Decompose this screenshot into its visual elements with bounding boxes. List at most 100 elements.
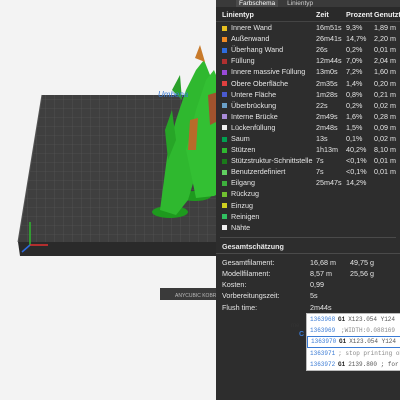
legend-header: Linientyp Zeit Prozent Genutzte: [216, 7, 400, 22]
row-label: Rückzug: [216, 189, 316, 198]
gcode-line-number: 1363971: [310, 350, 336, 358]
row-time: 26m41s: [316, 34, 342, 44]
row-name: Interne Brücke: [231, 111, 278, 121]
row-percent: 0,2%: [346, 45, 363, 55]
gcode-args: ;WIDTH:0.088169: [341, 326, 396, 334]
row-length: 2,04 m: [374, 56, 396, 66]
color-swatch: [222, 47, 227, 53]
gcode-line[interactable]: 1363970 G1 X123.054 Y124: [307, 335, 400, 349]
summary-row: Kosten: 0,99: [216, 279, 400, 290]
row-label: Obere Oberfläche: [216, 79, 316, 88]
row-length: 0,09 m: [374, 122, 396, 132]
summary-value: 0,99: [310, 280, 324, 290]
row-label: Außenwand: [216, 34, 316, 43]
divider: [220, 233, 396, 238]
color-swatch: [222, 70, 227, 76]
legend-row[interactable]: Saum 13s 0,1% 0,02 m: [216, 133, 400, 144]
bed-label: Umbena: [158, 90, 189, 99]
legend-row[interactable]: Interne Brücke 2m49s 1,6% 0,28 m: [216, 111, 400, 122]
summary-label: Modellfilament:: [222, 269, 271, 279]
row-label: Benutzerdefiniert: [216, 167, 316, 176]
legend-row[interactable]: Stützen 1h13m 40,2% 8,10 m: [216, 144, 400, 155]
row-name: Obere Oberfläche: [231, 78, 289, 88]
gcode-args: 2139.800 ; for: [348, 361, 399, 369]
row-name: Innere Wand: [231, 23, 272, 33]
row-name: Rückzug: [231, 189, 259, 199]
legend-row[interactable]: Obere Oberfläche 2m35s 1,4% 0,20 m: [216, 77, 400, 88]
color-swatch: [222, 147, 227, 153]
row-time: 2m48s: [316, 122, 338, 132]
legend-row[interactable]: Benutzerdefiniert 7s <0,1% 0,01 m: [216, 166, 400, 177]
gcode-command: G1: [338, 315, 346, 323]
legend-row[interactable]: Außenwand 26m41s 14,7% 2,20 m: [216, 33, 400, 44]
legend-tabs: Farbschema Linientyp: [216, 0, 400, 7]
legend-row[interactable]: Reinigen: [216, 211, 400, 222]
row-label: Füllung: [216, 56, 316, 65]
gcode-line-number: 1363972: [310, 361, 336, 369]
row-time: 16m51s: [316, 23, 342, 33]
gcode-viewer[interactable]: 1363968 G1 X123.054 Y124 1363969 ;WIDTH:0.08…: [306, 313, 400, 371]
legend-row[interactable]: Stützstruktur-Schnittstelle 7s <0,1% 0,01 m: [216, 155, 400, 166]
row-label: Innere Wand: [216, 23, 316, 32]
color-swatch: [222, 114, 227, 120]
row-name: Untere Fläche: [231, 89, 277, 99]
row-time: 7s: [316, 156, 324, 166]
summary-label: Gesamtfilament:: [222, 257, 275, 267]
row-percent: 14,7%: [346, 34, 367, 44]
legend-rows: Innere Wand 16m51s 9,3% 1,89 m Außenwand 26m4…: [216, 22, 400, 233]
legend-row[interactable]: Einzug: [216, 200, 400, 211]
gcode-line[interactable]: 1363972 G1 2139.800 ; for: [307, 359, 400, 370]
tab-linientyp[interactable]: Linientyp: [284, 0, 316, 7]
legend-row[interactable]: Untere Fläche 1m28s 0,8% 0,21 m: [216, 89, 400, 100]
legend-row[interactable]: Innere Wand 16m51s 9,3% 1,89 m: [216, 22, 400, 33]
gcode-line[interactable]: 1363969 ;WIDTH:0.088169: [307, 325, 400, 336]
row-name: Füllung: [231, 56, 255, 66]
row-time: 22s: [316, 100, 328, 110]
row-label: Innere massive Füllung: [216, 67, 316, 76]
row-name: Nähte: [231, 222, 251, 232]
gcode-args: X123.054 Y124: [348, 315, 396, 323]
row-percent: 0,8%: [346, 89, 363, 99]
summary-label: Flush time:: [222, 302, 258, 312]
legend-row[interactable]: Füllung 12m44s 7,0% 2,04 m: [216, 55, 400, 66]
color-swatch: [222, 81, 227, 87]
summary-row: Vorbereitungszeit: 5s: [216, 290, 400, 301]
gcode-line-number: 1363970: [311, 338, 337, 346]
legend-row[interactable]: Überbrückung 22s 0,2% 0,02 m: [216, 100, 400, 111]
summary-title: Gesamtschätzung: [216, 240, 400, 254]
gcode-line[interactable]: 1363971; stop printing obj: [307, 348, 400, 359]
summary-value: 2m44s: [310, 302, 332, 312]
legend-row[interactable]: Nähte: [216, 222, 400, 233]
col-header-linetype: Linientyp: [222, 9, 254, 19]
summary-row: Modellfilament: 8,57 m 25,56 g: [216, 268, 400, 279]
color-swatch: [222, 125, 227, 131]
color-swatch: [222, 103, 227, 109]
gcode-command: G1: [339, 338, 347, 346]
summary-value-2: 49,75 g: [350, 257, 374, 267]
row-name: Benutzerdefiniert: [231, 167, 286, 177]
row-name: Überhang Wand: [231, 45, 284, 55]
legend-row[interactable]: Lückenfüllung 2m48s 1,5% 0,09 m: [216, 122, 400, 133]
row-length: 1,60 m: [374, 67, 396, 77]
row-time: 12m44s: [316, 56, 342, 66]
color-swatch: [222, 25, 227, 31]
row-label: Saum: [216, 134, 316, 143]
row-percent: 1,5%: [346, 122, 363, 132]
row-percent: <0,1%: [346, 156, 367, 166]
legend-row[interactable]: Innere massive Füllung 13m0s 7,2% 1,60 m: [216, 66, 400, 77]
color-swatch: [222, 203, 227, 209]
col-header-time: Zeit: [316, 9, 329, 19]
legend-row[interactable]: Rückzug: [216, 188, 400, 199]
row-length: 0,02 m: [374, 133, 396, 143]
row-name: Saum: [231, 133, 250, 143]
color-swatch: [222, 36, 227, 42]
tab-farbschema[interactable]: Farbschema: [236, 0, 279, 7]
row-label: Reinigen: [216, 212, 316, 221]
gcode-line[interactable]: 1363968 G1 X123.054 Y124: [307, 314, 400, 325]
gcode-line-number: 1363969: [310, 326, 336, 334]
row-percent: <0,1%: [346, 167, 367, 177]
row-percent: 0,2%: [346, 100, 363, 110]
legend-row[interactable]: Überhang Wand 26s 0,2% 0,01 m: [216, 44, 400, 55]
summary-value: 8,57 m: [310, 269, 332, 279]
legend-row[interactable]: Eilgang 25m47s 14,2%: [216, 177, 400, 188]
